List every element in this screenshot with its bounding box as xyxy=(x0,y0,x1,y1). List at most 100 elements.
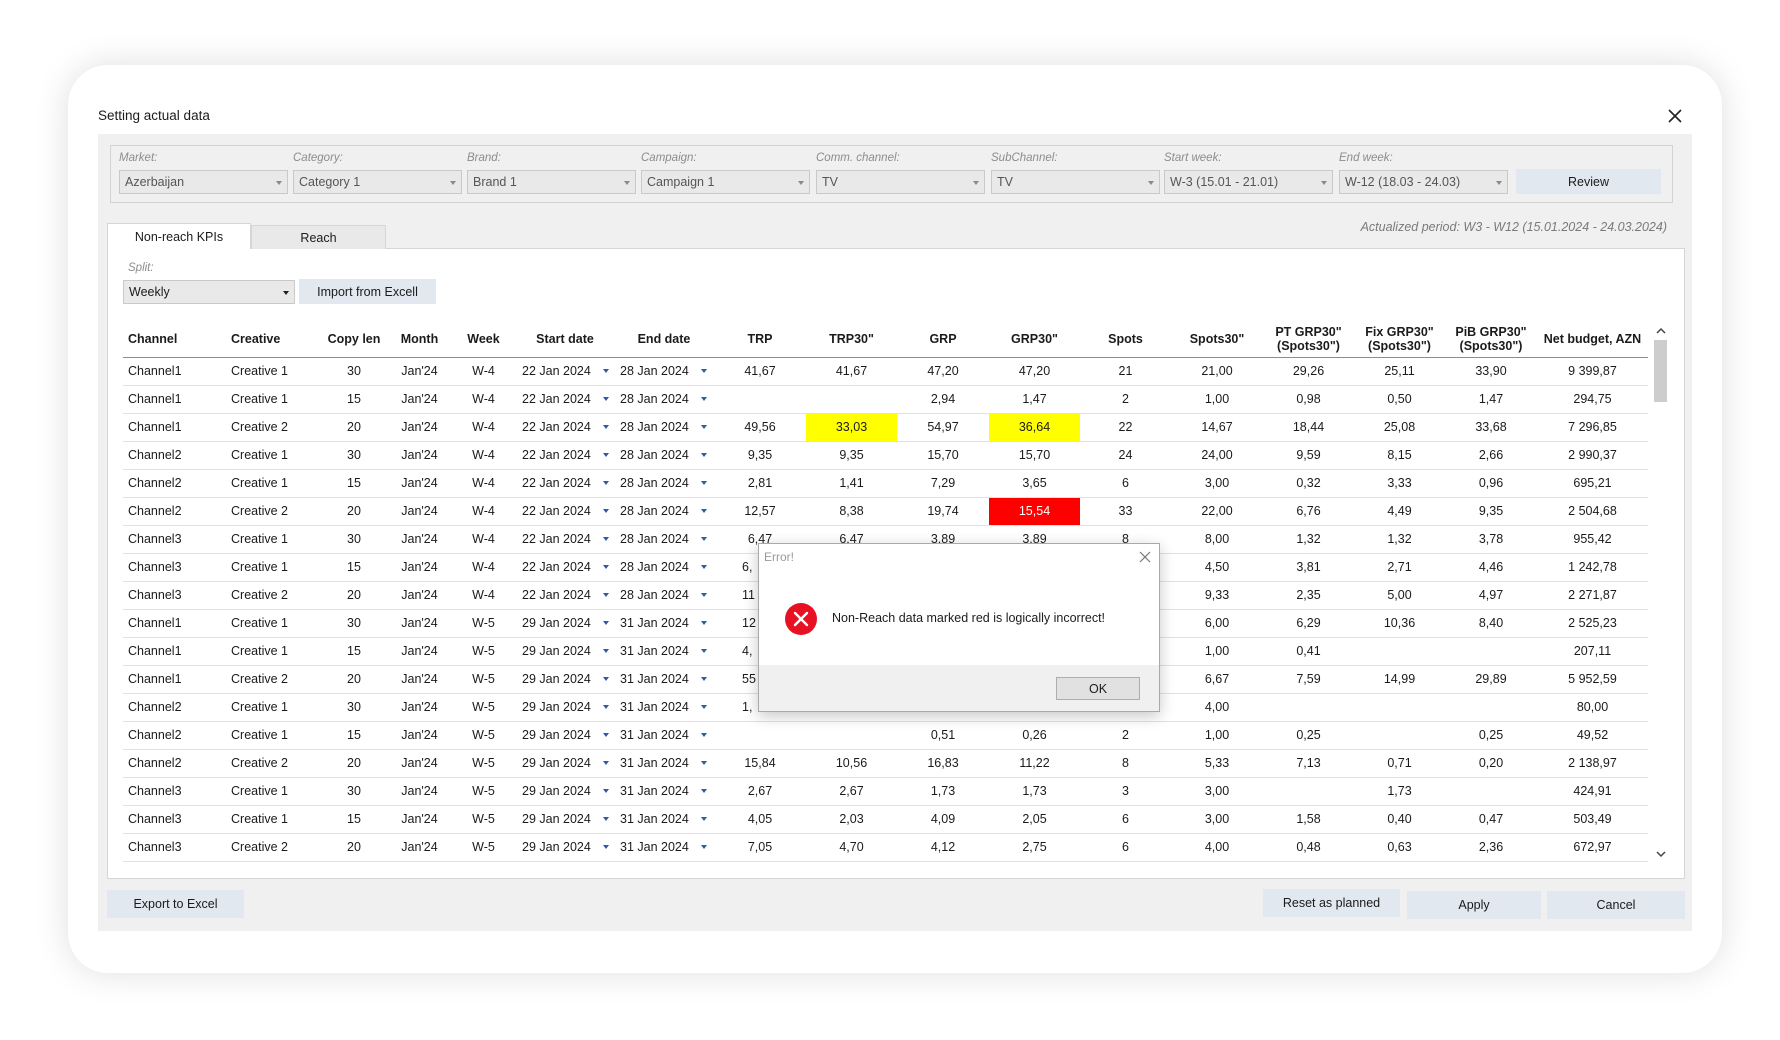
cell-trp30[interactable]: 1,41 xyxy=(806,469,897,498)
comm-channel-combo[interactable]: TV xyxy=(816,170,985,194)
cell-pt-grp30[interactable]: 3,81 xyxy=(1263,553,1354,582)
cell-trp[interactable]: 2,81 xyxy=(714,469,806,498)
cell-end-date[interactable]: 28 Jan 2024 xyxy=(614,581,714,610)
chevron-up-icon[interactable] xyxy=(1655,326,1667,336)
cell-pib-grp30[interactable]: 29,89 xyxy=(1445,665,1537,694)
cell-start-date[interactable]: 29 Jan 2024 xyxy=(516,749,614,778)
cell-grp30[interactable]: 2,05 xyxy=(989,805,1080,834)
cell-spots30[interactable]: 6,00 xyxy=(1171,608,1263,638)
date-dropdown-icon[interactable] xyxy=(700,509,707,514)
cell-pt-grp30[interactable]: 9,59 xyxy=(1263,441,1354,470)
cell-start-date[interactable]: 22 Jan 2024 xyxy=(516,441,614,470)
cell-grp30[interactable]: 0,26 xyxy=(989,721,1080,750)
cell-pt-grp30[interactable] xyxy=(1263,777,1354,806)
cell-net-budget[interactable]: 2 990,37 xyxy=(1537,441,1648,470)
date-dropdown-icon[interactable] xyxy=(700,397,707,402)
tab-non-reach-kpis[interactable]: Non-reach KPIs xyxy=(107,223,251,249)
cell-pib-grp30[interactable]: 0,47 xyxy=(1445,805,1537,834)
date-dropdown-icon[interactable] xyxy=(602,369,609,374)
header-fix-grp30[interactable]: Fix GRP30" (Spots30") xyxy=(1354,322,1445,358)
cell-grp30[interactable]: 36,64 xyxy=(989,413,1080,442)
cell-trp30[interactable]: 4,70 xyxy=(806,833,897,862)
cell-trp30[interactable]: 41,67 xyxy=(806,357,897,386)
cell-start-date[interactable]: 29 Jan 2024 xyxy=(516,693,614,722)
cell-net-budget[interactable]: 7 296,85 xyxy=(1537,413,1648,442)
date-dropdown-icon[interactable] xyxy=(602,845,609,850)
market-combo[interactable]: Azerbaijan xyxy=(119,170,288,194)
category-combo[interactable]: Category 1 xyxy=(293,170,462,194)
cell-end-date[interactable]: 31 Jan 2024 xyxy=(614,608,714,638)
cell-grp[interactable]: 2,94 xyxy=(897,385,989,414)
cell-fix-grp30[interactable]: 4,49 xyxy=(1354,497,1445,526)
date-dropdown-icon[interactable] xyxy=(602,789,609,794)
cell-fix-grp30[interactable]: 25,08 xyxy=(1354,413,1445,442)
date-dropdown-icon[interactable] xyxy=(700,565,707,570)
cell-net-budget[interactable]: 80,00 xyxy=(1537,693,1648,722)
header-creative[interactable]: Creative xyxy=(226,322,320,358)
cell-fix-grp30[interactable]: 2,71 xyxy=(1354,553,1445,582)
cell-end-date[interactable]: 28 Jan 2024 xyxy=(614,385,714,414)
date-dropdown-icon[interactable] xyxy=(602,677,609,682)
cell-spots30[interactable]: 6,67 xyxy=(1171,665,1263,694)
export-to-excel-button[interactable]: Export to Excel xyxy=(107,890,244,918)
cell-fix-grp30[interactable]: 14,99 xyxy=(1354,665,1445,694)
cell-trp[interactable]: 41,67 xyxy=(714,357,806,386)
cell-pib-grp30[interactable]: 9,35 xyxy=(1445,497,1537,526)
date-dropdown-icon[interactable] xyxy=(602,537,609,542)
cell-pib-grp30[interactable] xyxy=(1445,637,1537,666)
cell-pt-grp30[interactable]: 0,98 xyxy=(1263,385,1354,414)
cell-fix-grp30[interactable] xyxy=(1354,721,1445,750)
cell-fix-grp30[interactable] xyxy=(1354,637,1445,666)
apply-button[interactable]: Apply xyxy=(1407,891,1541,919)
cell-trp30[interactable] xyxy=(806,721,897,750)
cell-spots30[interactable]: 22,00 xyxy=(1171,497,1263,526)
cell-grp[interactable]: 54,97 xyxy=(897,413,989,442)
cell-grp30[interactable]: 11,22 xyxy=(989,749,1080,778)
header-trp[interactable]: TRP xyxy=(714,322,806,358)
date-dropdown-icon[interactable] xyxy=(700,733,707,738)
date-dropdown-icon[interactable] xyxy=(602,649,609,654)
date-dropdown-icon[interactable] xyxy=(602,397,609,402)
cell-spots[interactable]: 8 xyxy=(1080,749,1171,778)
cell-grp30[interactable]: 1,47 xyxy=(989,385,1080,414)
cell-spots[interactable]: 6 xyxy=(1080,805,1171,834)
header-spots30[interactable]: Spots30" xyxy=(1171,322,1263,358)
cell-fix-grp30[interactable]: 0,50 xyxy=(1354,385,1445,414)
cell-pib-grp30[interactable] xyxy=(1445,777,1537,806)
cell-spots[interactable]: 22 xyxy=(1080,413,1171,442)
cell-pib-grp30[interactable]: 0,25 xyxy=(1445,721,1537,750)
import-from-excel-button[interactable]: Import from Excell xyxy=(299,279,436,304)
cell-pib-grp30[interactable]: 1,47 xyxy=(1445,385,1537,414)
header-net-budget[interactable]: Net budget, AZN xyxy=(1537,322,1648,358)
cell-trp30[interactable]: 9,35 xyxy=(806,441,897,470)
cell-grp30[interactable]: 15,54 xyxy=(989,497,1080,526)
date-dropdown-icon[interactable] xyxy=(602,565,609,570)
cell-grp30[interactable]: 2,75 xyxy=(989,833,1080,862)
cell-start-date[interactable]: 22 Jan 2024 xyxy=(516,469,614,498)
cell-end-date[interactable]: 31 Jan 2024 xyxy=(614,777,714,806)
cell-spots[interactable]: 21 xyxy=(1080,357,1171,386)
cell-fix-grp30[interactable]: 8,15 xyxy=(1354,441,1445,470)
header-start-date[interactable]: Start date xyxy=(516,322,614,358)
cell-net-budget[interactable]: 2 525,23 xyxy=(1537,608,1648,638)
cell-fix-grp30[interactable]: 3,33 xyxy=(1354,469,1445,498)
brand-combo[interactable]: Brand 1 xyxy=(467,170,636,194)
date-dropdown-icon[interactable] xyxy=(700,649,707,654)
table-scrollbar[interactable] xyxy=(1651,322,1671,864)
header-grp30[interactable]: GRP30" xyxy=(989,322,1080,358)
cell-end-date[interactable]: 28 Jan 2024 xyxy=(614,441,714,470)
cell-fix-grp30[interactable]: 0,63 xyxy=(1354,833,1445,862)
cell-trp[interactable] xyxy=(714,721,806,750)
subchannel-combo[interactable]: TV xyxy=(991,170,1160,194)
cell-spots30[interactable]: 3,00 xyxy=(1171,805,1263,834)
cell-spots30[interactable]: 3,00 xyxy=(1171,777,1263,806)
cell-grp[interactable]: 15,70 xyxy=(897,441,989,470)
date-dropdown-icon[interactable] xyxy=(602,593,609,598)
cell-pib-grp30[interactable]: 33,68 xyxy=(1445,413,1537,442)
cell-end-date[interactable]: 28 Jan 2024 xyxy=(614,497,714,526)
date-dropdown-icon[interactable] xyxy=(700,845,707,850)
date-dropdown-icon[interactable] xyxy=(700,761,707,766)
header-grp[interactable]: GRP xyxy=(897,322,989,358)
cell-start-date[interactable]: 22 Jan 2024 xyxy=(516,413,614,442)
cell-spots30[interactable]: 4,50 xyxy=(1171,553,1263,582)
